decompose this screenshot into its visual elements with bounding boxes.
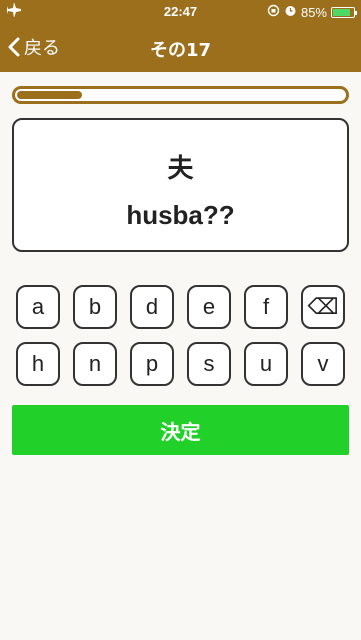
key-b[interactable]: b: [73, 285, 117, 329]
key-u[interactable]: u: [244, 342, 288, 386]
key-a[interactable]: a: [16, 285, 60, 329]
key-h[interactable]: h: [16, 342, 60, 386]
alarm-icon: [284, 4, 297, 20]
battery-icon: [331, 6, 357, 18]
page-title: その17: [149, 40, 212, 61]
question-card: 夫 husba??: [12, 118, 349, 252]
submit-button[interactable]: 決定: [12, 405, 349, 455]
key-v[interactable]: v: [301, 342, 345, 386]
key-s[interactable]: s: [187, 342, 231, 386]
question-kanji: 夫: [167, 154, 194, 184]
progress-fill: [17, 91, 83, 99]
progress-bar: [12, 86, 349, 104]
rotation-lock-icon: [267, 4, 280, 20]
key-n[interactable]: n: [73, 342, 117, 386]
key-e[interactable]: e: [187, 285, 231, 329]
backspace-key[interactable]: ⌫: [301, 285, 345, 329]
status-bar: 22:47 85%: [0, 0, 361, 22]
letter-keyboard: a b d e f ⌫ h n p s u v: [16, 285, 346, 386]
navigation-bar: 戻る その17: [0, 22, 361, 72]
key-f[interactable]: f: [244, 285, 288, 329]
answer-text: husba??: [126, 200, 235, 230]
key-p[interactable]: p: [130, 342, 174, 386]
key-d[interactable]: d: [130, 285, 174, 329]
battery-percent: 85%: [300, 4, 327, 20]
